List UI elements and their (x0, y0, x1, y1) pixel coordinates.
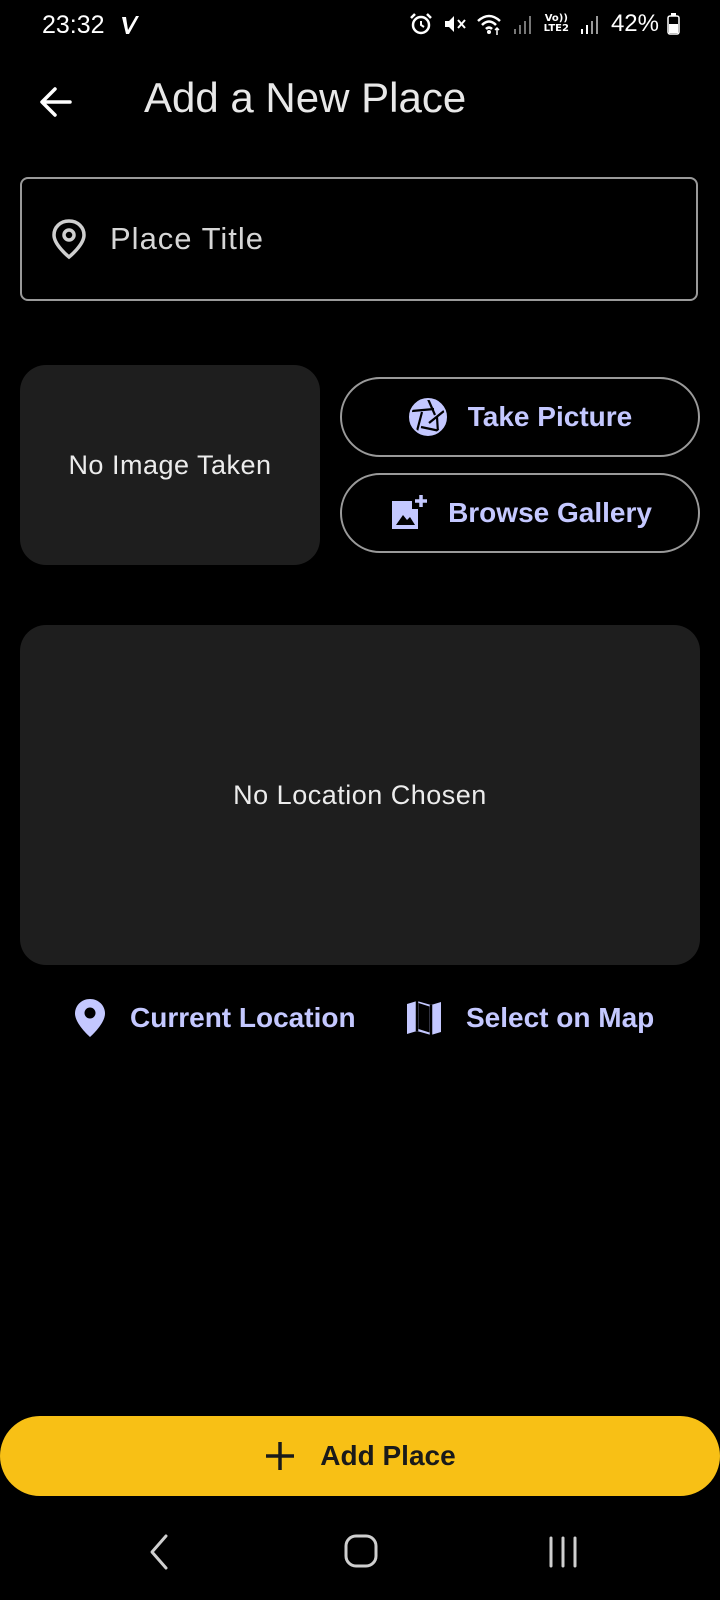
add-place-label: Add Place (320, 1440, 456, 1471)
no-location-text: No Location Chosen (233, 779, 487, 810)
status-icons: Vo)) LTE2 42% (408, 10, 680, 38)
battery-percent: 42% (610, 10, 659, 37)
mute-icon (444, 16, 466, 32)
signal-icon (513, 16, 531, 34)
alarm-icon (409, 13, 432, 35)
nav-back-icon[interactable] (144, 1532, 174, 1572)
status-time: 23:32 (42, 11, 105, 39)
current-location-button[interactable]: Current Location (72, 990, 356, 1046)
battery-icon (667, 13, 680, 35)
signal-icon (580, 16, 598, 34)
back-button[interactable] (34, 80, 78, 124)
no-image-text: No Image Taken (68, 449, 272, 480)
wifi-icon (476, 14, 501, 35)
select-on-map-label: Select on Map (466, 1002, 655, 1033)
browse-gallery-label: Browse Gallery (448, 497, 652, 528)
map-icon (407, 1001, 441, 1035)
location-pin-outline-icon (52, 219, 86, 260)
plus-icon (266, 1442, 295, 1470)
arrow-left-icon (40, 87, 72, 117)
browse-gallery-button[interactable]: Browse Gallery (340, 473, 700, 553)
image-preview: No Image Taken (20, 365, 320, 565)
network-type: Vo)) LTE2 (543, 13, 569, 34)
camera-shutter-icon (408, 398, 447, 436)
place-title-field[interactable] (20, 177, 698, 301)
select-on-map-button[interactable]: Select on Map (404, 990, 654, 1046)
take-picture-label: Take Picture (467, 401, 633, 432)
location-preview: No Location Chosen (20, 625, 700, 965)
status-bar: 23:32 Vo)) LTE2 42% (0, 0, 720, 56)
location-pin-icon (75, 999, 105, 1037)
add-photo-icon (392, 495, 428, 529)
page-title: Add a New Place (144, 74, 467, 121)
nav-recents-icon[interactable] (546, 1534, 580, 1570)
current-location-label: Current Location (130, 1002, 356, 1033)
place-title-input[interactable] (108, 220, 672, 258)
nav-home-icon[interactable] (342, 1532, 380, 1570)
carrier-check-icon (122, 16, 139, 34)
add-place-button[interactable]: Add Place (0, 1416, 720, 1496)
take-picture-button[interactable]: Take Picture (340, 377, 700, 457)
